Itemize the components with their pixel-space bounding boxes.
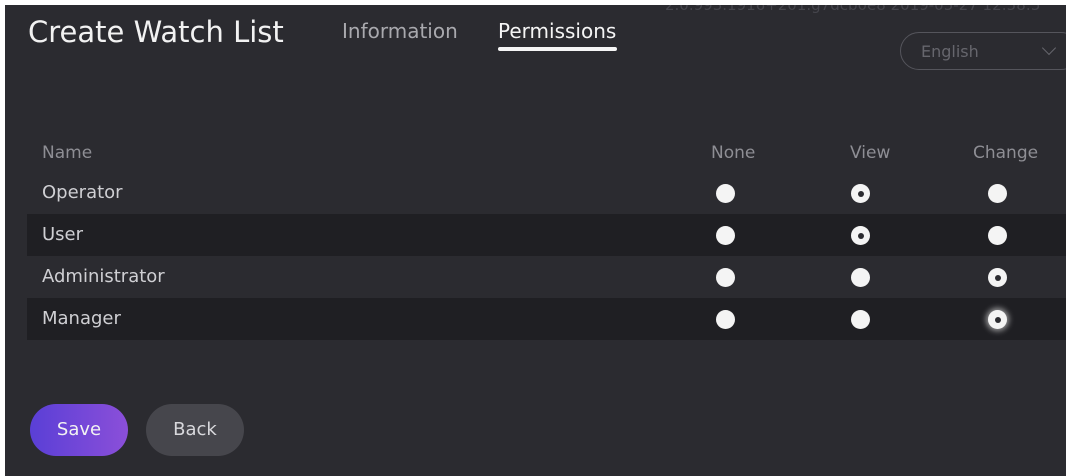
language-select-value: English: [921, 42, 979, 61]
row-name: Manager: [42, 308, 121, 329]
language-select[interactable]: English: [900, 32, 1066, 70]
radio-operator-none[interactable]: [716, 184, 735, 203]
row-name: Operator: [42, 182, 123, 203]
radio-operator-change[interactable]: [988, 184, 1007, 203]
radio-operator-view[interactable]: [851, 184, 870, 203]
radio-manager-none[interactable]: [716, 310, 735, 329]
radio-manager-view[interactable]: [851, 310, 870, 329]
header-name: Name: [42, 143, 93, 163]
back-button[interactable]: Back: [146, 404, 244, 456]
table-row: User: [27, 214, 1066, 256]
radio-manager-change[interactable]: [988, 310, 1007, 329]
create-watch-list-panel: 2.0.993.1916+201.g7dcb0e8 2019-05-27 12:…: [0, 5, 1066, 476]
header-view: View: [850, 143, 891, 163]
header-none: None: [711, 143, 756, 163]
table-row: Manager: [27, 298, 1066, 340]
radio-user-view[interactable]: [851, 226, 870, 245]
row-name: User: [42, 224, 84, 245]
radio-administrator-none[interactable]: [716, 268, 735, 287]
radio-administrator-change[interactable]: [988, 268, 1007, 287]
table-row: Operator: [27, 172, 1066, 214]
page-title: Create Watch List: [28, 15, 284, 49]
radio-user-none[interactable]: [716, 226, 735, 245]
table-header: Name None View Change: [27, 136, 1066, 172]
chevron-down-icon: [1041, 40, 1057, 56]
version-text: 2.0.993.1916+201.g7dcb0e8 2019-05-27 12:…: [665, 5, 1041, 14]
header-change: Change: [973, 143, 1039, 163]
radio-user-change[interactable]: [988, 226, 1007, 245]
tab-permissions[interactable]: Permissions: [498, 19, 616, 43]
radio-administrator-view[interactable]: [851, 268, 870, 287]
row-name: Administrator: [42, 266, 165, 287]
tab-information[interactable]: Information: [342, 19, 458, 43]
active-tab-indicator: [498, 47, 617, 51]
table-row: Administrator: [27, 256, 1066, 298]
save-button[interactable]: Save: [30, 404, 128, 456]
